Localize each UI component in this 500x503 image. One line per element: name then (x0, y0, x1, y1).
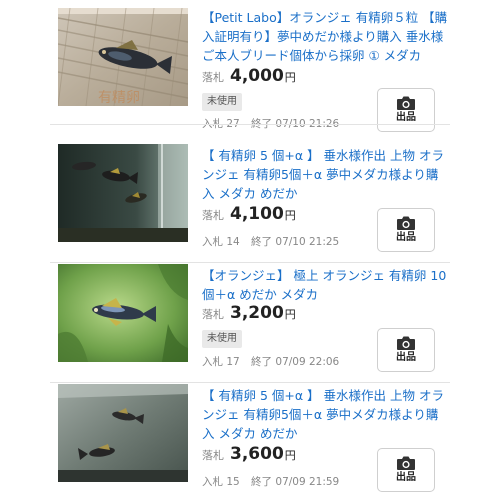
listing-meta: 入札 17 終了 07/09 22:06 (202, 354, 339, 369)
end-time: 終了 07/09 21:59 (251, 476, 340, 488)
price-row: 落札 3,200 円 (202, 303, 296, 325)
condition-badge: 未使用 (202, 330, 242, 348)
listing-title[interactable]: 【Petit Labo】オランジェ 有精卵５粒 【購入証明有り】夢中めだか様より… (202, 8, 448, 65)
bid-count: 入札 14 (202, 236, 240, 248)
listing-meta: 入札 15 終了 07/09 21:59 (202, 474, 339, 489)
listing-thumbnail[interactable] (58, 384, 188, 482)
list-button-label: 出品 (396, 472, 416, 483)
price-label: 落札 (202, 71, 224, 84)
listing-title[interactable]: 【 有精卵 5 個+α 】 垂水様作出 上物 オランジェ 有精卵5個＋α 夢中メ… (202, 146, 448, 203)
list-similar-button[interactable]: 出品 (377, 88, 435, 132)
condition-badge: 未使用 (202, 93, 242, 111)
listing-thumbnail[interactable] (58, 264, 188, 362)
camera-icon (397, 336, 415, 350)
list-similar-button[interactable]: 出品 (377, 328, 435, 372)
price-value: 3,200 (230, 303, 284, 323)
price-label: 落札 (202, 308, 224, 321)
camera-icon (397, 216, 415, 230)
price-row: 落札 4,000 円 (202, 66, 296, 88)
camera-icon (397, 456, 415, 470)
list-button-label: 出品 (396, 352, 416, 363)
listing-thumbnail[interactable] (58, 144, 188, 242)
listing-title[interactable]: 【 有精卵 5 個+α 】 垂水様作出 上物 オランジェ 有精卵5個＋α 夢中メ… (202, 386, 448, 443)
price-currency: 円 (284, 71, 296, 84)
price-currency: 円 (284, 449, 296, 462)
listing-meta: 入札 14 終了 07/10 21:25 (202, 234, 339, 249)
price-currency: 円 (284, 209, 296, 222)
price-label: 落札 (202, 209, 224, 222)
image-watermark: 有精卵 (98, 90, 140, 106)
list-button-label: 出品 (396, 232, 416, 243)
list-item[interactable]: 【 有精卵 5 個+α 】 垂水様作出 上物 オランジェ 有精卵5個＋α 夢中メ… (0, 378, 500, 503)
bid-count: 入札 17 (202, 356, 240, 368)
divider (50, 124, 450, 125)
price-row: 落札 3,600 円 (202, 444, 296, 466)
auction-results-list: 有精卵 【Petit Labo】オランジェ 有精卵５粒 【購入証明有り】夢中めだ… (0, 0, 500, 500)
price-row: 落札 4,100 円 (202, 204, 296, 226)
end-time: 終了 07/10 21:25 (251, 236, 340, 248)
list-item[interactable]: 有精卵 【Petit Labo】オランジェ 有精卵５粒 【購入証明有り】夢中めだ… (0, 0, 500, 132)
list-similar-button[interactable]: 出品 (377, 448, 435, 492)
list-item[interactable]: 【オランジェ】 極上 オランジェ 有精卵 10個＋α めだか メダカ 落札 3,… (0, 258, 500, 383)
end-time: 終了 07/09 22:06 (251, 356, 340, 368)
price-value: 4,100 (230, 204, 284, 224)
listing-title[interactable]: 【オランジェ】 極上 オランジェ 有精卵 10個＋α めだか メダカ (202, 266, 448, 304)
listing-thumbnail[interactable]: 有精卵 (58, 8, 188, 106)
price-currency: 円 (284, 308, 296, 321)
camera-icon (397, 96, 415, 110)
list-item[interactable]: 【 有精卵 5 個+α 】 垂水様作出 上物 オランジェ 有精卵5個＋α 夢中メ… (0, 138, 500, 263)
list-button-label: 出品 (396, 112, 416, 123)
bid-count: 入札 15 (202, 476, 240, 488)
price-value: 4,000 (230, 66, 284, 86)
list-similar-button[interactable]: 出品 (377, 208, 435, 252)
price-value: 3,600 (230, 444, 284, 464)
price-label: 落札 (202, 449, 224, 462)
